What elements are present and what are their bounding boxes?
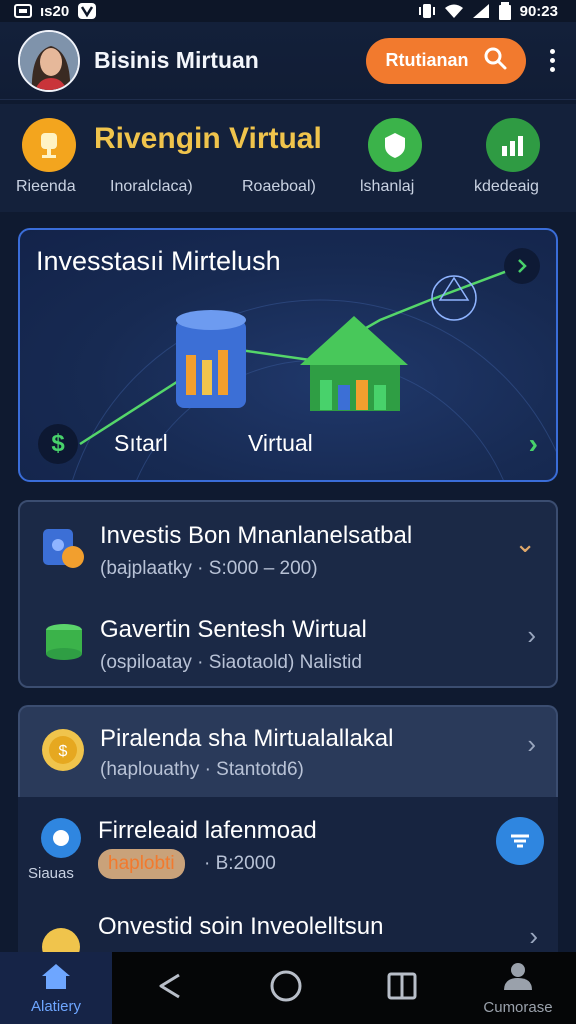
vibrate-icon [418,3,436,19]
shield-badge-icon [34,811,88,865]
nav-recents[interactable] [344,952,460,1024]
nav-profile[interactable]: Cumorase [460,952,576,1024]
chevron-right-icon[interactable]: › [529,428,538,460]
status-time: 90:23 [519,2,558,20]
status-time-left: ıs20 [40,2,70,20]
home-icon [40,962,72,994]
signal-icon [472,3,490,19]
back-icon [155,971,185,1005]
banner-open-icon[interactable] [504,248,540,284]
list-item-side-label: Siauas [28,865,74,882]
nav-home[interactable]: Alatiery [0,952,112,1024]
quick-label-1[interactable]: Rieenda [16,178,76,196]
status-badge: haplobti [98,849,185,879]
chevron-right-icon[interactable]: › [527,729,536,760]
app-notification-icon [77,2,97,20]
quick-label-2[interactable]: Inoralclaca) [110,178,193,196]
quick-label-3[interactable]: Roaeboal) [242,178,316,196]
briefcase-icon [36,520,90,574]
filter-icon[interactable] [496,817,544,865]
avatar[interactable] [18,29,80,92]
banner-title: Invesstasıi Mirtelush [36,246,281,276]
list-item-subtitle: (haplouathy · Stantotd6) [100,759,304,780]
status-bar: ıs20 90:23 [0,0,576,22]
more-options-icon[interactable] [546,49,558,72]
list-item-title: Gavertin Sentesh Wirtual [100,616,367,643]
list-item[interactable]: Investis Bon Mnanlanelsatbal (bajplaatky… [20,502,556,594]
banner-virtual-label[interactable]: Virtual [248,430,313,457]
database-icon [176,310,246,408]
growth-chart-icon[interactable] [486,118,540,172]
battery-icon [498,2,512,20]
coin-icon: $ [36,723,90,777]
wifi-icon [444,3,464,19]
investment-banner[interactable]: Invesstasıi Mirtelush $ Sıtarl Virtual › [18,228,558,482]
list-item-title: Investis Bon Mnanlanelsatbal [100,522,413,549]
list-item[interactable]: Gavertin Sentesh Wirtual (ospiloatay · S… [20,596,556,688]
chevron-right-icon[interactable]: › [529,921,538,952]
circle-home-icon [269,969,303,1007]
shield-tree-icon[interactable] [368,118,422,172]
chevron-down-icon[interactable]: ⌄ [514,528,536,559]
nav-back[interactable] [112,952,228,1024]
search-icon [483,46,507,75]
search-button-label: Rtutianan [385,50,469,70]
quick-title: Rivengin Virtual [94,122,322,155]
svg-text:$: $ [59,743,68,760]
list-item[interactable]: Onvestid soin Inveolelltsun › [18,897,558,963]
quick-label-5[interactable]: kdedeaig [474,178,539,196]
recents-icon [386,970,418,1006]
app-header: Bisinis Mirtuan Rtutianan [0,22,576,100]
dollar-icon: $ [38,424,78,464]
header-title: Bisinis Mirtuan [94,47,259,73]
quick-label-4[interactable]: lshanlaj [360,178,414,196]
list-item-subtitle: (ospiloatay · Siaotaold) Nalistid [100,652,362,673]
notification-icon [14,4,32,18]
list-section: Siauas Firreleaid lafenmoad haplobti · B… [18,797,558,963]
bottom-navigation: Alatiery Cumorase [0,952,576,1024]
list-item-subtitle: · B:2000 [204,853,276,874]
investment-list-card: Investis Bon Mnanlanelsatbal (bajplaatky… [18,500,558,688]
quick-actions-row: Rivengin Virtual Rieenda Inoralclaca) Ro… [0,104,576,212]
list-item-title: Onvestid soin Inveolelltsun [98,913,384,940]
list-item-subtitle: (bajplaatky · S:000 – 200) [100,558,318,579]
chevron-right-icon[interactable]: › [527,620,536,651]
list-item-highlighted[interactable]: $ Piralenda sha Mirtualallakal (haplouat… [18,705,558,797]
nav-home-label: Alatiery [30,997,82,1015]
nav-home-circle[interactable] [228,952,344,1024]
list-item-title: Piralenda sha Mirtualallakal [100,725,394,752]
profile-icon [502,961,534,995]
trophy-icon[interactable] [22,118,76,172]
nav-profile-label: Cumorase [483,998,553,1016]
house-icon [300,316,408,411]
search-button[interactable]: Rtutianan [366,37,526,84]
banner-start-label[interactable]: Sıtarl [114,430,168,457]
cash-stack-icon [36,614,90,668]
list-item[interactable]: Siauas Firreleaid lafenmoad haplobti · B… [18,797,558,897]
list-item-title: Firreleaid lafenmoad [98,817,317,844]
